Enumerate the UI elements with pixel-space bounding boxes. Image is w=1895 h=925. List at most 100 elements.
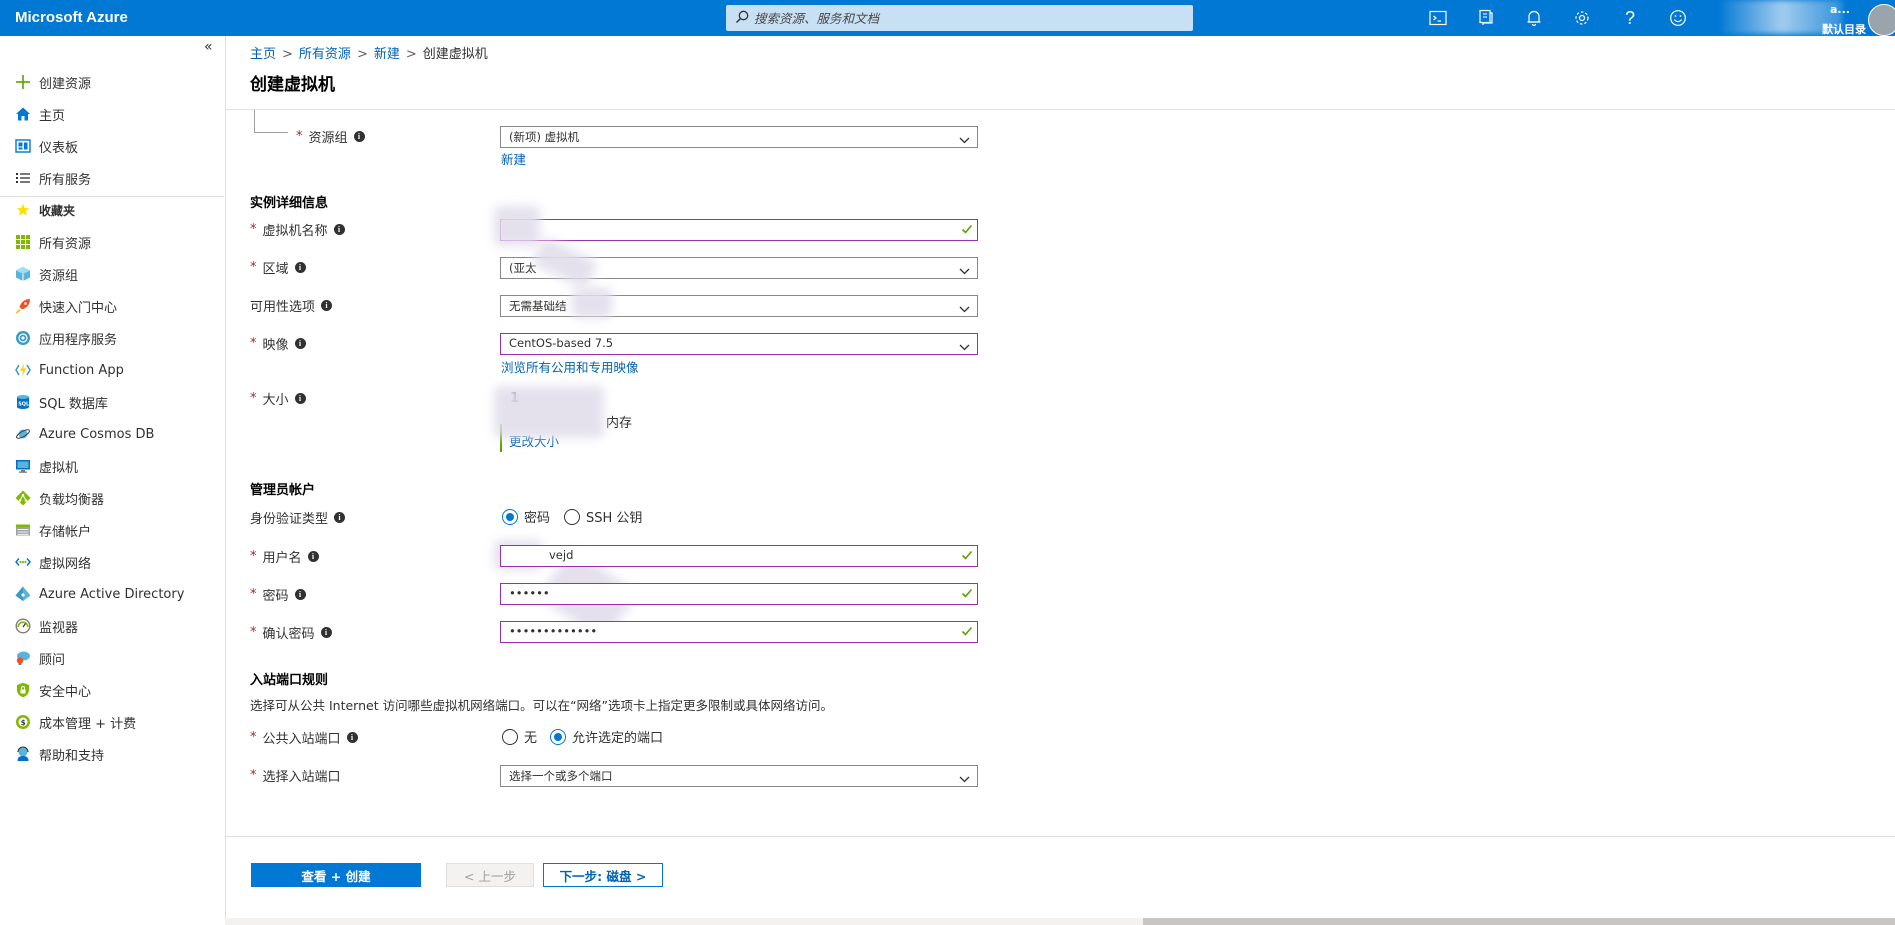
required-marker: * [250, 549, 257, 564]
title-divider [225, 109, 1895, 110]
support-icon [13, 744, 33, 764]
redaction-blur [572, 288, 612, 318]
sidebar-item-function-app[interactable]: Function App [0, 355, 224, 385]
sidebar-item-quickstart[interactable]: 快速入门中心 [0, 291, 224, 321]
availability-value: 无需基础结 [509, 299, 567, 313]
info-icon[interactable]: i [333, 224, 345, 235]
auth-type-ssh-radio[interactable]: SSH 公钥 [564, 507, 642, 526]
sidebar-item-security-center[interactable]: 安全中心 [0, 675, 224, 705]
vm-icon [13, 456, 33, 476]
sidebar-item-cosmos-db[interactable]: Azure Cosmos DB [0, 419, 224, 449]
breadcrumb-home[interactable]: 主页 [250, 47, 276, 62]
resource-group-select[interactable]: (新项) 虚拟机 [500, 126, 978, 148]
confirm-password-field[interactable]: ••••••••••••• [500, 621, 978, 643]
grid-icon [13, 232, 33, 252]
account-name[interactable]: a... [1830, 3, 1850, 16]
sidebar-item-resource-groups[interactable]: 资源组 [0, 259, 224, 289]
public-ports-none-radio[interactable]: 无 [502, 727, 537, 746]
sidebar-item-azure-ad[interactable]: Azure Active Directory [0, 579, 224, 609]
global-search[interactable] [726, 5, 1193, 31]
password-field[interactable]: •••••• [500, 583, 978, 605]
sidebar-item-help-support[interactable]: 帮助和支持 [0, 739, 224, 769]
sidebar-item-advisor[interactable]: 顾问 [0, 643, 224, 673]
info-icon[interactable]: i [294, 393, 306, 404]
info-icon[interactable]: i [346, 732, 358, 743]
sidebar-item-storage-accounts[interactable]: 存储帐户 [0, 515, 224, 545]
settings-icon[interactable] [1570, 6, 1594, 30]
vm-name-field[interactable] [500, 219, 978, 241]
help-icon[interactable]: ? [1618, 6, 1642, 30]
sidebar-item-label: 所有资源 [39, 236, 92, 252]
image-select[interactable]: CentOS-based 7.5 [500, 333, 978, 355]
advisor-icon [13, 648, 33, 668]
redaction-blur [531, 236, 599, 290]
browse-images-link[interactable]: 浏览所有公用和专用映像 [501, 357, 639, 376]
required-marker: * [250, 336, 257, 351]
list-icon [13, 168, 33, 188]
auth-type-password-radio[interactable]: 密码 [502, 507, 550, 526]
account-directory[interactable]: 默认目录 [1822, 21, 1866, 37]
sidebar-item-virtual-networks[interactable]: 虚拟网络 [0, 547, 224, 577]
valid-check-icon [961, 549, 973, 565]
breadcrumb-new[interactable]: 新建 [374, 47, 400, 62]
info-icon[interactable]: i [294, 589, 306, 600]
directory-filter-icon[interactable] [1474, 6, 1498, 30]
sidebar-item-load-balancers[interactable]: 负载均衡器 [0, 483, 224, 513]
brand-title[interactable]: Microsoft Azure [15, 9, 128, 26]
new-resource-group-link[interactable]: 新建 [501, 149, 526, 168]
app-service-icon [13, 328, 33, 348]
scrollbar-thumb[interactable] [1143, 918, 1895, 925]
sidebar-item-virtual-machines[interactable]: 虚拟机 [0, 451, 224, 481]
collapse-sidebar-button[interactable]: « [204, 39, 213, 55]
radio-label: SSH 公钥 [586, 511, 643, 526]
select-ports-select[interactable]: 选择一个或多个端口 [500, 765, 978, 787]
search-icon [735, 10, 749, 28]
info-icon[interactable]: i [307, 551, 319, 562]
info-icon[interactable]: i [353, 131, 365, 142]
sidebar-item-dashboard[interactable]: 仪表板 [0, 131, 224, 161]
sidebar-item-sql-database[interactable]: SQL SQL 数据库 [0, 387, 224, 417]
sidebar-item-monitor[interactable]: 监视器 [0, 611, 224, 641]
sidebar-item-all-resources[interactable]: 所有资源 [0, 227, 224, 257]
sidebar-item-label: 快速入门中心 [39, 300, 118, 316]
required-marker: * [250, 391, 257, 406]
previous-button[interactable]: < 上一步 [446, 863, 534, 887]
auth-type-label: 身份验证类型 i [250, 508, 346, 527]
avatar[interactable] [1868, 4, 1895, 36]
required-marker: * [250, 768, 257, 783]
sidebar-item-app-services[interactable]: 应用程序服务 [0, 323, 224, 353]
info-icon[interactable]: i [294, 338, 306, 349]
resource-group-label: * 资源组 i [296, 127, 365, 146]
sidebar-item-label: 主页 [39, 108, 66, 124]
sidebar-item-home[interactable]: 主页 [0, 99, 224, 129]
password-value: •••••• [509, 586, 550, 600]
sidebar-item-create-resource[interactable]: 创建资源 [0, 67, 224, 97]
notifications-icon[interactable] [1522, 6, 1546, 30]
info-icon[interactable]: i [320, 627, 332, 638]
page-title: 创建虚拟机 [250, 75, 335, 95]
next-disks-button[interactable]: 下一步: 磁盘 > [543, 863, 663, 887]
public-ports-allow-radio[interactable]: 允许选定的端口 [550, 727, 663, 746]
breadcrumb-all-resources[interactable]: 所有资源 [299, 47, 351, 62]
sidebar-item-all-services[interactable]: 所有服务 [0, 163, 224, 193]
image-value: CentOS-based 7.5 [509, 336, 614, 350]
size-label-text: 大小 [262, 393, 289, 408]
info-icon[interactable]: i [334, 512, 346, 523]
sidebar-item-cost-management[interactable]: $ 成本管理 + 计费 [0, 707, 224, 737]
search-input[interactable] [754, 8, 1184, 28]
storage-icon [13, 520, 33, 540]
sidebar-item-label: 虚拟网络 [39, 556, 92, 572]
aad-icon [13, 584, 33, 604]
confirm-password-label-text: 确认密码 [262, 627, 315, 642]
info-icon[interactable]: i [321, 300, 333, 311]
feedback-icon[interactable] [1666, 6, 1690, 30]
tree-connector [254, 110, 288, 133]
review-create-button[interactable]: 查看 + 创建 [251, 863, 421, 887]
sidebar-item-label: 成本管理 + 计费 [39, 716, 137, 732]
sidebar-item-label: 帮助和支持 [39, 748, 105, 764]
info-icon[interactable]: i [294, 262, 306, 273]
cloud-shell-icon[interactable] [1426, 6, 1450, 30]
availability-label-text: 可用性选项 [250, 300, 316, 315]
redaction-blur [494, 386, 604, 438]
username-field[interactable]: vejd [500, 545, 978, 567]
